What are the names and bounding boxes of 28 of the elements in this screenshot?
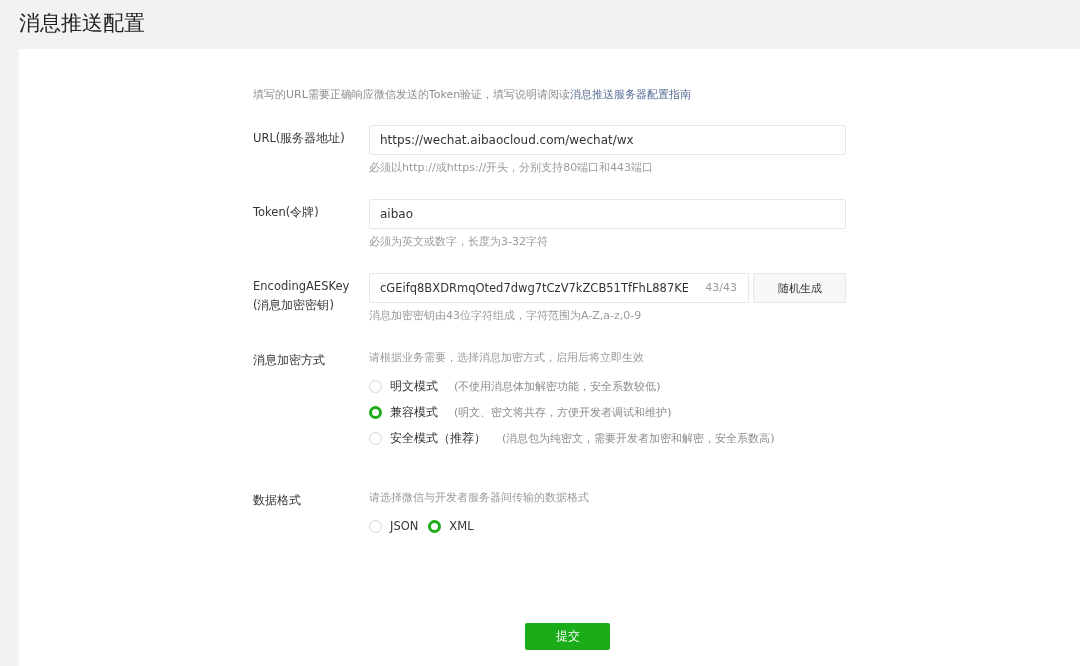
page-title: 消息推送配置 — [18, 10, 146, 37]
radio-button[interactable] — [369, 405, 382, 419]
option-note: (不使用消息体加解密功能，安全系数较低) — [454, 378, 661, 394]
field-sublabel: (消息加密密钥) — [253, 297, 335, 314]
field-hint: 必须以http://或https://开头，分别支持80端口和443端口 — [369, 160, 655, 175]
option-label[interactable]: 明文模式 — [390, 378, 438, 394]
option-label[interactable]: JSON — [390, 519, 419, 533]
intro-text: 填写的URL需要正确响应微信发送的Token验证，填写说明请阅读消息推送服务器配置指南 — [253, 87, 693, 102]
option-label[interactable]: 安全模式（推荐） — [390, 430, 486, 446]
radio-button[interactable] — [428, 519, 442, 533]
field-hint: 必须为英文或数字，长度为3-32字符 — [369, 234, 549, 249]
option-label[interactable]: 兼容模式 — [390, 404, 438, 420]
text-input[interactable]: aibao — [369, 199, 846, 229]
field-label: Token(令牌) — [253, 204, 320, 221]
char-counter: 43/43 — [705, 281, 737, 294]
text-input[interactable]: https://wechat.aibaocloud.com/wechat/wx — [369, 125, 846, 155]
field-hint: 请选择微信与开发者服务器间传输的数据格式 — [369, 490, 590, 505]
guide-link[interactable]: 消息推送服务器配置指南 — [570, 88, 692, 101]
field-label: EncodingAESKey — [253, 278, 351, 295]
generate-button[interactable]: 随机生成 — [753, 273, 846, 303]
field-label: URL(服务器地址) — [253, 130, 346, 147]
field-hint: 请根据业务需要，选择消息加密方式，启用后将立即生效 — [369, 350, 645, 365]
field-label: 数据格式 — [253, 492, 302, 509]
option-note: (明文、密文将共存，方便开发者调试和维护) — [454, 404, 672, 420]
field-label: 消息加密方式 — [253, 352, 326, 369]
option-label[interactable]: XML — [449, 519, 474, 533]
option-note: (消息包为纯密文，需要开发者加密和解密，安全系数高) — [502, 430, 775, 446]
field-hint: 消息加密密钥由43位字符组成，字符范围为A-Z,a-z,0-9 — [369, 308, 643, 323]
